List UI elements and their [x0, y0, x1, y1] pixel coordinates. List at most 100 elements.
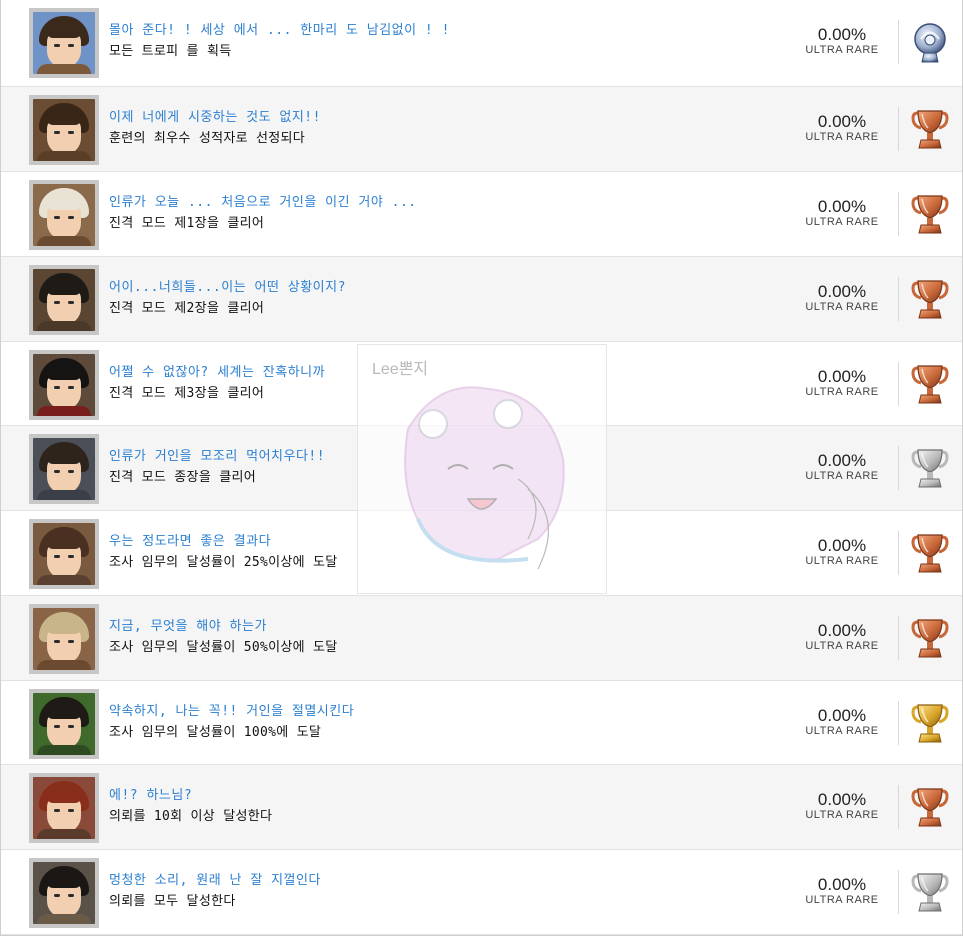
trophy-text: 에!? 하느님? 의뢰를 10회 이상 달성한다 [109, 787, 272, 827]
trophy-description: 조사 임무의 달성률이 25%이상에 도달 [109, 555, 338, 570]
bronze-trophy-icon [911, 788, 949, 827]
bronze-trophy-icon [911, 534, 949, 573]
trophy-badge [907, 20, 953, 66]
trophy-badge [907, 107, 953, 153]
earned-percent: 0.00% [817, 536, 867, 555]
earned-percent: 0.00% [817, 25, 867, 44]
platinum-trophy-icon [914, 23, 946, 63]
trophy-title: 에!? 하느님? [109, 788, 193, 803]
trophy-title: 약속하지, 나는 꼭!! 거인을 절멸시킨다 [109, 704, 355, 719]
trophy-rarity: 0.00% ULTRA RARE [797, 368, 887, 399]
trophy-rarity: 0.00% ULTRA RARE [797, 707, 887, 738]
trophy-rarity: 0.00% ULTRA RARE [797, 198, 887, 229]
trophy-title: 멍청한 소리, 원래 난 잘 지껄인다 [109, 873, 321, 888]
trophy-row[interactable]: 어이...너희들...이는 어떤 상황이지? 진격 모드 제2장을 클리어 0.00… [1, 257, 962, 342]
divider [898, 870, 899, 914]
divider [898, 277, 899, 321]
trophy-row[interactable]: 인류가 오늘 ... 처음으로 거인을 이긴 거야 ... 진격 모드 제1장을 … [1, 172, 962, 257]
trophy-rarity: 0.00% ULTRA RARE [797, 452, 887, 483]
trophy-row[interactable]: 멍청한 소리, 원래 난 잘 지껄인다의뢰를 모두 달성한다 0.00% ULTRA… [1, 850, 962, 935]
trophy-description: 진격 모드 제2장을 클리어 [109, 301, 265, 316]
captain-portrait-icon [33, 862, 95, 924]
trophy-avatar [29, 350, 99, 420]
earned-percent: 0.00% [817, 112, 867, 131]
trophy-row[interactable]: 약속하지, 나는 꼭!! 거인을 절멸시킨다 조사 임무의 달성률이 100%에 … [1, 681, 962, 765]
silver-trophy-icon [911, 449, 949, 488]
brown-hair-soldier-portrait-icon [33, 438, 95, 500]
trophy-description: 조사 임무의 달성률이 50%이상에 도달 [109, 640, 338, 655]
trophy-avatar [29, 689, 99, 759]
trophy-avatar [29, 180, 99, 250]
trophy-badge [907, 362, 953, 408]
divider [898, 362, 899, 406]
trophy-rarity: 0.00% ULTRA RARE [797, 876, 887, 907]
brown-hair-cadet-portrait-icon [33, 99, 95, 161]
trophy-rarity: 0.00% ULTRA RARE [797, 26, 887, 57]
divider [898, 785, 899, 829]
rarity-label: ULTRA RARE [805, 44, 879, 56]
trophy-rarity: 0.00% ULTRA RARE [797, 283, 887, 314]
trophy-rarity: 0.00% ULTRA RARE [797, 537, 887, 568]
trophy-row[interactable]: 이제 너에게 시중하는 것도 없지!! 훈련의 최우수 성적자로 선정되다 0.00… [1, 87, 962, 172]
earned-percent: 0.00% [817, 282, 867, 301]
earned-percent: 0.00% [817, 197, 867, 216]
watermark-overlay: Lee뽄지 [357, 344, 607, 594]
ponytail-scout-portrait-icon [33, 523, 95, 585]
bronze-trophy-icon [911, 619, 949, 658]
trophy-avatar [29, 773, 99, 843]
trophy-description: 훈련의 최우수 성적자로 선정되다 [109, 131, 306, 146]
trophy-avatar [29, 265, 99, 335]
trophy-title: 몰아 준다! ! 세상 에서 ... 한마리 도 남김없이 ! ! [109, 23, 450, 38]
trophy-badge [907, 531, 953, 577]
bronze-trophy-icon [911, 110, 949, 149]
rarity-label: ULTRA RARE [805, 725, 879, 737]
trophy-description: 의뢰를 모두 달성한다 [109, 894, 236, 909]
trophy-badge [907, 870, 953, 916]
trophy-row[interactable]: 에!? 하느님? 의뢰를 10회 이상 달성한다 0.00% ULTRA RARE [1, 765, 962, 850]
silver-trophy-icon [911, 873, 949, 912]
bronze-trophy-icon [911, 365, 949, 404]
divider [898, 107, 899, 151]
trophy-text: 인류가 거인을 모조리 먹어치우다!! 진격 모드 종장을 클리어 [109, 448, 325, 488]
trophy-row[interactable]: 몰아 준다! ! 세상 에서 ... 한마리 도 남김없이 ! ! 모든 트로피 … [1, 0, 962, 87]
trophy-text: 지금, 무엇을 해야 하는가 조사 임무의 달성률이 50%이상에 도달 [109, 618, 338, 658]
trophy-avatar [29, 604, 99, 674]
trophy-title: 어이...너희들...이는 어떤 상황이지? [109, 280, 346, 295]
trophy-row[interactable]: 지금, 무엇을 해야 하는가 조사 임무의 달성률이 50%이상에 도달 0.00%… [1, 596, 962, 681]
trophy-description: 진격 모드 제1장을 클리어 [109, 216, 265, 231]
rarity-label: ULTRA RARE [805, 216, 879, 228]
trophy-title: 우는 정도라면 좋은 결과다 [109, 534, 272, 549]
anime-girl-watermark-icon [404, 386, 565, 570]
trophy-rarity: 0.00% ULTRA RARE [797, 622, 887, 653]
rarity-label: ULTRA RARE [805, 386, 879, 398]
divider [898, 701, 899, 745]
trophy-badge [907, 701, 953, 747]
trophy-avatar [29, 519, 99, 589]
trophy-text: 약속하지, 나는 꼭!! 거인을 절멸시킨다 조사 임무의 달성률이 100%에 … [109, 703, 354, 743]
trophy-rarity: 0.00% ULTRA RARE [797, 113, 887, 144]
rarity-label: ULTRA RARE [805, 131, 879, 143]
earned-percent: 0.00% [817, 367, 867, 386]
dark-hair-captain-portrait-icon [33, 269, 95, 331]
trophy-badge [907, 446, 953, 492]
trophy-rarity: 0.00% ULTRA RARE [797, 791, 887, 822]
blond-hair-cadet-portrait-icon [33, 184, 95, 246]
divider [898, 192, 899, 236]
rarity-label: ULTRA RARE [805, 894, 879, 906]
trophy-avatar [29, 95, 99, 165]
ash-hair-scout-portrait-icon [33, 608, 95, 670]
trophy-badge [907, 277, 953, 323]
trophy-text: 멍청한 소리, 원래 난 잘 지껄인다의뢰를 모두 달성한다 [109, 872, 321, 912]
trophy-title: 어쩔 수 없잖아? 세계는 잔혹하니까 [109, 365, 326, 380]
forest-captain-portrait-icon [33, 693, 95, 755]
rarity-label: ULTRA RARE [805, 809, 879, 821]
trophy-text: 어쩔 수 없잖아? 세계는 잔혹하니까 진격 모드 제3장을 클리어 [109, 364, 325, 404]
rarity-label: ULTRA RARE [805, 470, 879, 482]
blue-sky-hero-portrait-icon [33, 12, 95, 74]
divider [898, 446, 899, 490]
trophy-text: 몰아 준다! ! 세상 에서 ... 한마리 도 남김없이 ! ! 모든 트로피 … [109, 22, 450, 62]
earned-percent: 0.00% [817, 875, 867, 894]
trophy-badge [907, 192, 953, 238]
divider [898, 531, 899, 575]
divider [898, 616, 899, 660]
